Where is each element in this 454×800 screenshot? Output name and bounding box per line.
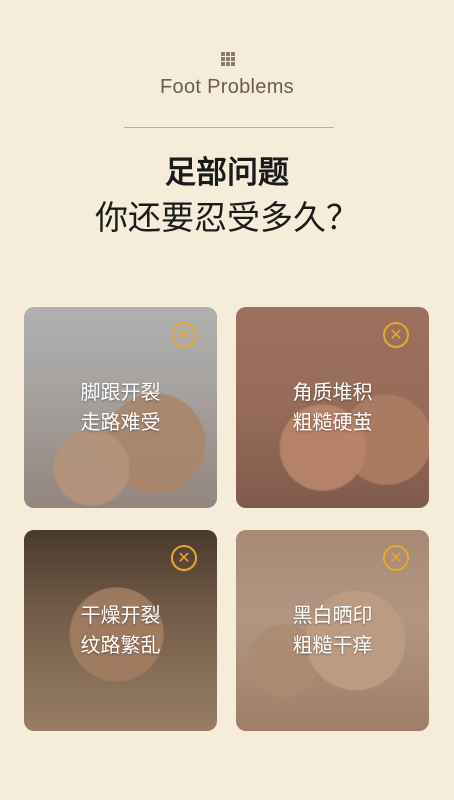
close-circle-icon: ✕ (383, 322, 409, 348)
card-label-line1: 脚跟开裂 (80, 380, 161, 404)
section-subtitle: Foot Problems (160, 76, 294, 98)
dot (231, 52, 235, 56)
close-circle-icon: ✕ (171, 545, 197, 571)
dot (226, 52, 230, 56)
dot (231, 62, 235, 66)
divider-line (124, 127, 334, 128)
card-label: 干燥开裂 纹路繁乱 (24, 600, 217, 660)
close-circle-icon: ✕ (383, 545, 409, 571)
card-label-line2: 粗糙硬茧 (292, 410, 373, 434)
card-label: 脚跟开裂 走路难受 (24, 377, 217, 437)
dot (231, 57, 235, 61)
problem-card-dry-cracks: ✕ 干燥开裂 纹路繁乱 (24, 530, 217, 731)
dot (226, 57, 230, 61)
problem-card-heel-cracks: ✕ 脚跟开裂 走路难受 (24, 307, 217, 508)
page-title-line-1: 足部问题 (165, 155, 289, 191)
dot (226, 62, 230, 66)
card-label-line2: 走路难受 (80, 410, 161, 434)
dot (221, 62, 225, 66)
card-label-line2: 纹路繁乱 (80, 633, 161, 657)
dot (221, 52, 225, 56)
card-label-line1: 角质堆积 (292, 380, 373, 404)
close-circle-icon: ✕ (171, 322, 197, 348)
card-label: 角质堆积 粗糙硬茧 (236, 377, 429, 437)
problem-card-tan-marks: ✕ 黑白晒印 粗糙干痒 (236, 530, 429, 731)
card-label-line2: 粗糙干痒 (292, 633, 373, 657)
page-title-line-2: 你还要忍受多久？ (95, 198, 359, 237)
card-label: 黑白晒印 粗糙干痒 (236, 600, 429, 660)
grid-dots-icon (221, 52, 235, 66)
dot (221, 57, 225, 61)
card-label-line1: 黑白晒印 (292, 603, 373, 627)
problem-card-calluses: ✕ 角质堆积 粗糙硬茧 (236, 307, 429, 508)
card-label-line1: 干燥开裂 (80, 603, 161, 627)
